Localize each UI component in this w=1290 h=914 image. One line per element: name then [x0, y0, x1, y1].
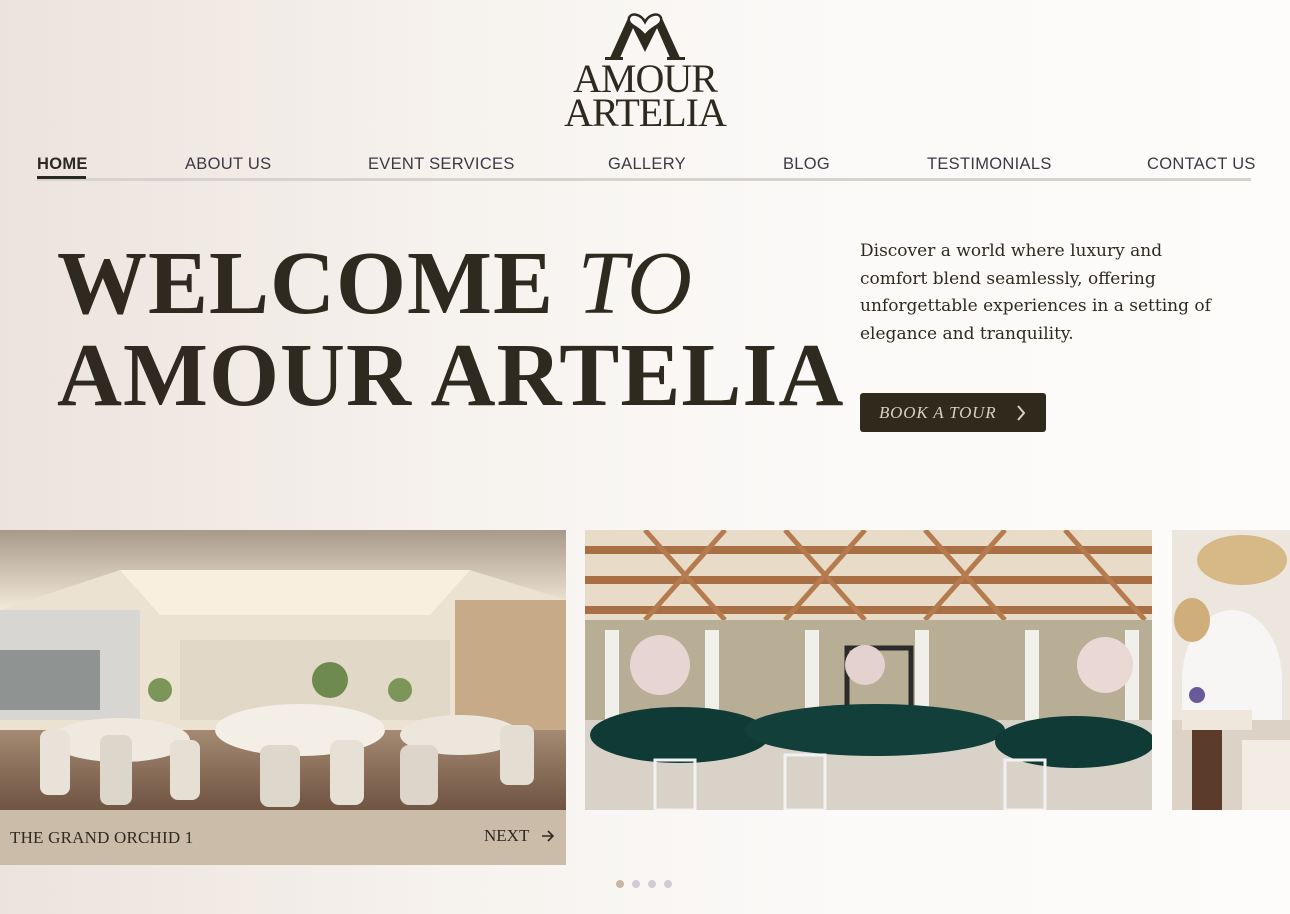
- chevron-right-icon: [1017, 405, 1026, 421]
- hero-title-to: TO: [577, 234, 693, 333]
- slider-dot-3[interactable]: [648, 880, 656, 888]
- hero-title: WELCOME TO AMOUR ARTELIA: [57, 238, 844, 422]
- slide-caption-bar: THE GRAND ORCHID 1 NEXT: [0, 810, 566, 865]
- brand-name-line2: ARTELIA: [564, 90, 727, 135]
- arrow-right-icon: [542, 830, 555, 842]
- nav-item-home[interactable]: HOME: [37, 155, 88, 174]
- nav-item-about-us[interactable]: ABOUT US: [185, 155, 271, 174]
- nav-item-gallery[interactable]: GALLERY: [608, 155, 686, 174]
- hero-title-line1: WELCOME TO: [57, 238, 844, 330]
- ballroom-banquet-photo: [0, 530, 566, 810]
- book-a-tour-button[interactable]: BOOK A TOUR: [860, 393, 1046, 432]
- nav-item-event-services[interactable]: EVENT SERVICES: [368, 155, 515, 174]
- slider-pagination: [616, 880, 672, 888]
- heart-monogram-icon: [605, 13, 685, 60]
- next-slide-label: NEXT: [484, 826, 530, 845]
- chandelier-lounge-photo: [1172, 530, 1290, 810]
- slider-dot-1[interactable]: [616, 880, 624, 888]
- next-slide-button[interactable]: NEXT: [484, 826, 555, 846]
- brand-logo[interactable]: AMOUR ARTELIA: [555, 12, 735, 133]
- slide-caption-title: THE GRAND ORCHID 1: [10, 828, 194, 847]
- slider-dot-2[interactable]: [632, 880, 640, 888]
- hero-description: Discover a world where luxury and comfor…: [860, 241, 1211, 344]
- slide-lounge-image[interactable]: [1172, 530, 1290, 810]
- nav-item-testimonials[interactable]: TESTIMONIALS: [927, 155, 1052, 174]
- hero-title-line2: AMOUR ARTELIA: [57, 326, 845, 425]
- nav-active-indicator: [37, 176, 86, 179]
- slider-dot-4[interactable]: [664, 880, 672, 888]
- main-navigation: HOME ABOUT US EVENT SERVICES GALLERY BLO…: [37, 150, 1255, 181]
- nav-item-blog[interactable]: BLOG: [783, 155, 830, 174]
- nav-item-contact-us[interactable]: CONTACT US: [1147, 155, 1256, 174]
- slide-garden-pavilion-image[interactable]: [585, 530, 1152, 810]
- garden-pavilion-wedding-photo: [585, 530, 1152, 810]
- hero-title-welcome: WELCOME: [57, 234, 555, 333]
- slide-ballroom-image[interactable]: [0, 530, 566, 810]
- book-a-tour-label: BOOK A TOUR: [879, 402, 997, 422]
